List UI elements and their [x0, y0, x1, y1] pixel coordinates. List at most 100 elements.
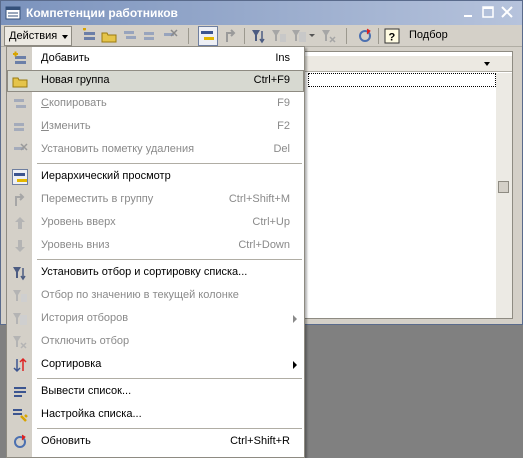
menu-item-label: Скопировать: [41, 97, 107, 109]
mark-delete-icon: [14, 143, 28, 151]
scrollbar-thumb[interactable]: [498, 181, 509, 193]
menu-item-label: Иерархический просмотр: [41, 170, 171, 182]
refresh-icon[interactable]: [357, 28, 373, 44]
title-bar[interactable]: Компетенции работников: [1, 1, 522, 25]
menu-item-label: Отбор по значению в текущей колонке: [41, 289, 239, 301]
level-down-icon: [15, 240, 25, 252]
menu-item-shortcut: F9: [277, 97, 290, 109]
menu-item-sort[interactable]: Сортировка: [7, 354, 304, 376]
menu-item-label: Сортировка: [41, 358, 102, 370]
menu-separator: [37, 259, 302, 260]
menu-item-level-up[interactable]: Уровень вверх Ctrl+Up: [7, 212, 304, 234]
edit-icon: [14, 123, 24, 131]
menu-item-shortcut: F2: [277, 120, 290, 132]
mark-delete-icon[interactable]: [162, 28, 178, 44]
podbor-button[interactable]: Подбор: [409, 29, 448, 41]
help-icon[interactable]: ?: [384, 28, 400, 44]
move-to-group-icon: [15, 193, 25, 206]
menu-item-shortcut: Ctrl+Shift+R: [230, 435, 290, 447]
filter-history-icon: [13, 313, 27, 325]
selected-row[interactable]: [308, 73, 496, 87]
cancel-filter-icon[interactable]: [321, 28, 337, 44]
move-to-group-icon[interactable]: [223, 28, 239, 44]
svg-text:?: ?: [389, 32, 396, 44]
actions-menu-button[interactable]: Действия: [4, 26, 72, 46]
window-title: Компетенции работников: [26, 6, 178, 20]
submenu-arrow-icon: [293, 361, 297, 369]
add-group-icon[interactable]: [101, 28, 117, 44]
menu-item-new-group[interactable]: Новая группа Ctrl+F9: [7, 70, 304, 92]
menu-item-list-settings[interactable]: Настройка списка...: [7, 404, 304, 426]
actions-dropdown-menu: Добавить Ins Новая группа Ctrl+F9 Скопир…: [6, 46, 305, 458]
level-up-icon: [15, 217, 25, 229]
toolbar-separator: [188, 28, 189, 44]
chevron-down-icon[interactable]: [309, 34, 315, 37]
menu-item-hierarchy[interactable]: Иерархический просмотр: [7, 166, 304, 188]
menu-item-cancel-filter[interactable]: Отключить отбор: [7, 331, 304, 353]
menu-item-label: Установить пометку удаления: [41, 143, 195, 155]
menu-item-shortcut: Del: [273, 143, 290, 155]
menu-item-mark-delete[interactable]: Установить пометку удаления Del: [7, 139, 304, 161]
filter-by-value-icon[interactable]: [271, 28, 287, 44]
filter-sort-icon[interactable]: [251, 28, 267, 44]
vertical-scrollbar[interactable]: [496, 73, 512, 318]
copy-icon: [14, 99, 26, 108]
filter-history-icon[interactable]: [291, 28, 307, 44]
edit-icon[interactable]: [142, 28, 158, 44]
menu-item-label: Добавить: [41, 52, 90, 64]
menu-item-label: История отборов: [41, 312, 129, 324]
hierarchy-toggle[interactable]: [198, 26, 218, 46]
minimize-icon[interactable]: [461, 5, 477, 20]
menu-item-filter-by-value[interactable]: Отбор по значению в текущей колонке: [7, 285, 304, 307]
list-settings-icon: [13, 409, 28, 422]
hierarchy-icon: [12, 169, 28, 185]
filter-by-value-icon: [13, 290, 27, 302]
menu-item-label: Отключить отбор: [41, 335, 130, 347]
cancel-filter-icon: [13, 336, 27, 349]
toolbar-separator: [346, 28, 347, 44]
menu-item-label: Обновить: [41, 435, 91, 447]
menu-item-level-down[interactable]: Уровень вниз Ctrl+Down: [7, 235, 304, 257]
menu-separator: [37, 378, 302, 379]
output-list-icon: [14, 387, 26, 397]
add-icon[interactable]: [81, 28, 97, 44]
add-icon: [13, 51, 26, 64]
actions-label: Действия: [9, 30, 58, 42]
menu-item-edit[interactable]: Изменить F2: [7, 116, 304, 138]
toolbar-separator: [378, 28, 379, 44]
hierarchy-icon: [201, 31, 214, 40]
sort-icon: [13, 357, 27, 373]
close-icon[interactable]: [499, 5, 515, 20]
menu-item-shortcut: Ctrl+Shift+M: [228, 193, 290, 205]
menu-item-shortcut: Ctrl+F9: [253, 74, 290, 86]
add-group-icon: [12, 77, 28, 88]
menu-item-label: Новая группа: [41, 74, 110, 86]
copy-icon[interactable]: [122, 28, 138, 44]
menu-item-add[interactable]: Добавить Ins: [7, 48, 304, 70]
menu-item-label: Настройка списка...: [41, 408, 142, 420]
menu-item-shortcut: Ins: [275, 52, 290, 64]
menu-item-output-list[interactable]: Вывести список...: [7, 381, 304, 403]
menu-item-label: Переместить в группу: [41, 193, 154, 205]
menu-item-refresh[interactable]: Обновить Ctrl+Shift+R: [7, 431, 304, 453]
menu-item-filter-sort[interactable]: Установить отбор и сортировку списка...: [7, 262, 304, 284]
menu-item-label: Установить отбор и сортировку списка...: [41, 266, 248, 278]
filter-sort-icon: [13, 267, 26, 281]
submenu-arrow-icon: [293, 315, 297, 323]
menu-item-shortcut: Ctrl+Down: [238, 239, 290, 251]
menu-item-label: Уровень вверх: [41, 216, 116, 228]
menu-separator: [37, 428, 302, 429]
menu-item-copy[interactable]: Скопировать F9: [7, 93, 304, 115]
maximize-icon[interactable]: [480, 5, 496, 20]
chevron-down-icon[interactable]: [484, 62, 490, 66]
refresh-icon: [14, 434, 26, 448]
menu-separator: [37, 163, 302, 164]
menu-item-filter-history[interactable]: История отборов: [7, 308, 304, 330]
menu-item-label: Вывести список...: [41, 385, 132, 397]
menu-item-label: Уровень вниз: [41, 239, 110, 251]
toolbar-separator: [244, 28, 245, 44]
menu-item-shortcut: Ctrl+Up: [252, 216, 290, 228]
menu-item-move-to-group[interactable]: Переместить в группу Ctrl+Shift+M: [7, 189, 304, 211]
menu-item-label: Изменить: [41, 120, 91, 132]
toolbar: Действия ? Подбор: [1, 25, 522, 47]
